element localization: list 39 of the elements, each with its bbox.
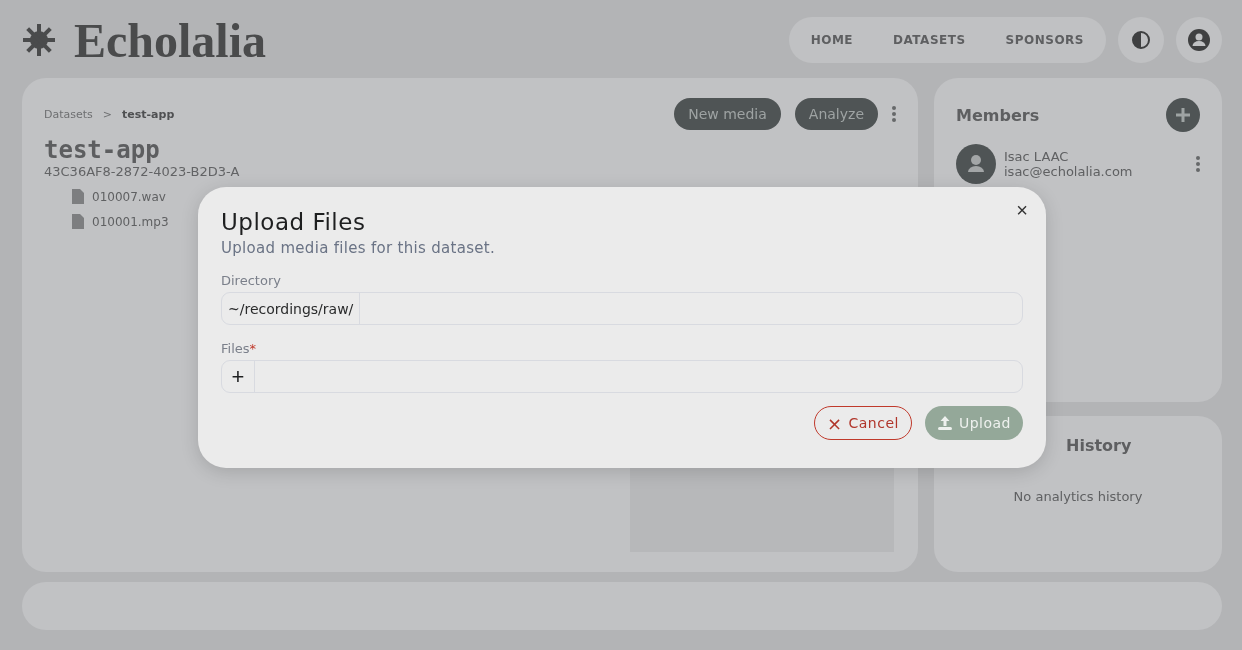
theme-button[interactable] bbox=[1118, 17, 1164, 63]
add-file-button[interactable]: + bbox=[222, 361, 255, 392]
empty-message: No analytics history bbox=[1013, 489, 1143, 504]
file-icon bbox=[72, 189, 84, 204]
history-title: History bbox=[1066, 436, 1132, 455]
nav-link[interactable]: SPONSORS bbox=[1005, 33, 1084, 47]
dialog-title: Upload Files bbox=[221, 209, 367, 235]
directory-label: Directory bbox=[221, 273, 282, 288]
file-icon bbox=[72, 214, 84, 229]
action-button[interactable]: Analyze bbox=[794, 98, 878, 130]
breadcrumb-separator: > bbox=[102, 107, 113, 121]
logo-text: Echolalia bbox=[74, 12, 267, 68]
file-name[interactable]: 010007.wav bbox=[92, 189, 166, 204]
close-button[interactable]: × bbox=[1012, 197, 1032, 224]
members-title: Members bbox=[956, 105, 1040, 125]
directory-field[interactable]: ~/recordings/raw/ bbox=[221, 292, 1023, 325]
member-name: Isac LAAC bbox=[1004, 149, 1070, 164]
files-label: Files* bbox=[221, 341, 258, 356]
account-button[interactable] bbox=[1176, 17, 1222, 63]
breadcrumb-link[interactable]: Datasets bbox=[44, 107, 93, 121]
files-field[interactable]: + bbox=[221, 360, 1023, 393]
more-icon[interactable] bbox=[892, 106, 896, 122]
breadcrumb-current: test-app bbox=[122, 107, 175, 121]
dialog-subtitle: Upload media files for this dataset. bbox=[221, 239, 497, 257]
user-icon bbox=[1188, 29, 1210, 51]
sparkle-icon bbox=[22, 23, 56, 57]
avatar-icon bbox=[956, 144, 996, 184]
upload-icon bbox=[936, 415, 953, 431]
dataset-title: test-app bbox=[44, 136, 161, 164]
action-button[interactable]: New media bbox=[674, 98, 781, 130]
nav-link[interactable]: HOME bbox=[810, 33, 854, 47]
add-member-icon[interactable] bbox=[1166, 98, 1200, 132]
more-icon[interactable] bbox=[1196, 156, 1200, 172]
member-email: isac@echolalia.com bbox=[1004, 164, 1133, 179]
nav-link[interactable]: DATASETS bbox=[893, 33, 966, 47]
dataset-id: 43C36AF8-2872-4023-B2D3-A bbox=[44, 164, 241, 179]
contrast-icon bbox=[1131, 30, 1151, 50]
close-icon: × bbox=[826, 412, 843, 434]
file-name[interactable]: 010001.mp3 bbox=[92, 214, 169, 229]
